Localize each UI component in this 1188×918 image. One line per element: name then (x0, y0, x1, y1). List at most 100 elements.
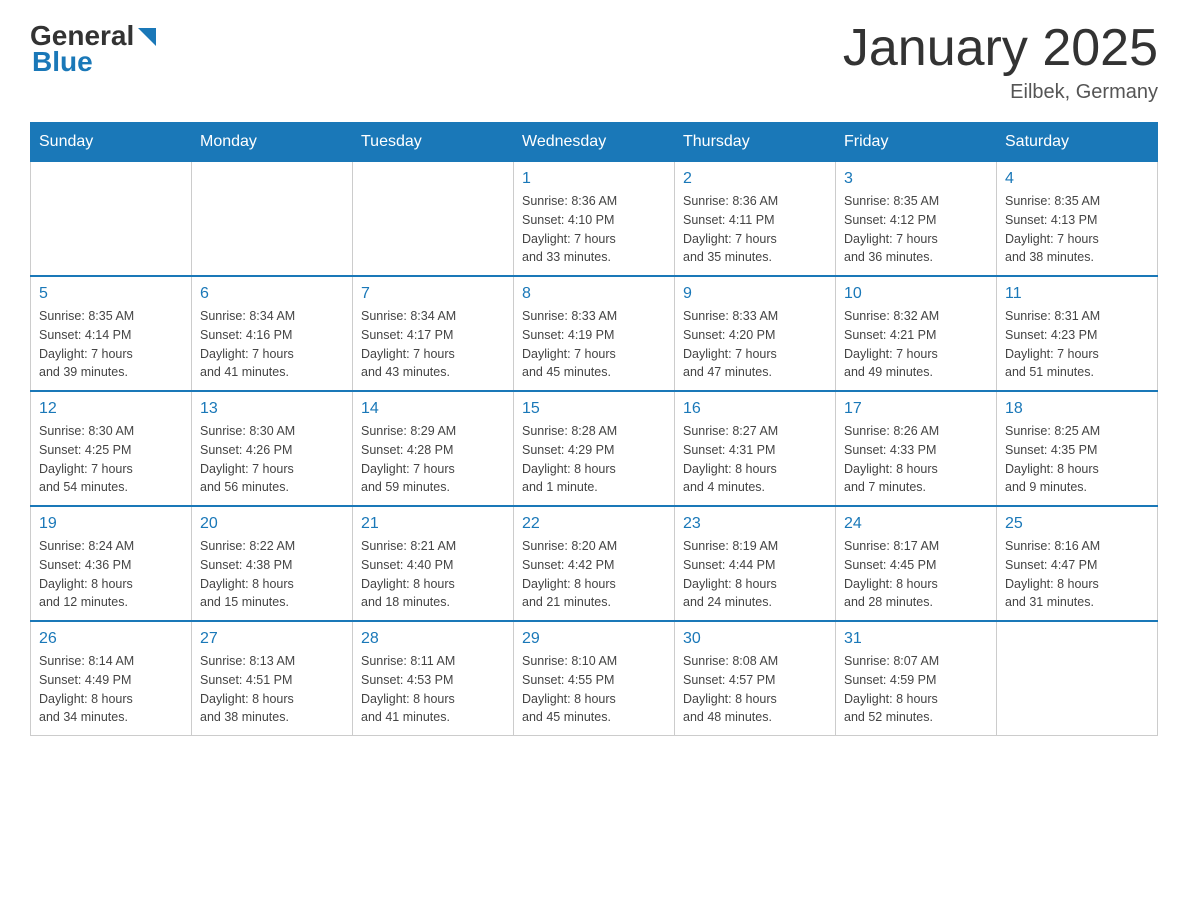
day-info: Sunrise: 8:17 AM Sunset: 4:45 PM Dayligh… (844, 537, 988, 612)
calendar-cell: 23Sunrise: 8:19 AM Sunset: 4:44 PM Dayli… (675, 506, 836, 621)
calendar-cell (353, 162, 514, 277)
calendar-cell: 28Sunrise: 8:11 AM Sunset: 4:53 PM Dayli… (353, 621, 514, 736)
day-info: Sunrise: 8:24 AM Sunset: 4:36 PM Dayligh… (39, 537, 183, 612)
calendar-cell: 21 Sunrise: 8:21 AM Sunset: 4:40 PM Dayli… (353, 506, 514, 621)
weekday-header-wednesday: Wednesday (514, 123, 675, 162)
calendar-week-row: 5 Sunrise: 8:35 AM Sunset: 4:14 PM Daylig… (31, 276, 1158, 391)
day-number: 17 (844, 400, 988, 418)
day-info: Sunrise: 8:31 AM Sunset: 4:23 PM Dayligh… (1005, 307, 1149, 382)
calendar-cell: 7Sunrise: 8:34 AM Sunset: 4:17 PM Daylig… (353, 276, 514, 391)
day-info: Sunrise: 8:33 AM Sunset: 4:20 PM Dayligh… (683, 307, 827, 382)
calendar-cell: 16 Sunrise: 8:27 AM Sunset: 4:31 PM Dayli… (675, 391, 836, 506)
day-number: 29 (522, 630, 666, 648)
day-info: Sunrise: 8:35 AM Sunset: 4:12 PM Dayligh… (844, 192, 988, 267)
day-info: Sunrise: 8:36 AM Sunset: 4:11 PM Dayligh… (683, 192, 827, 267)
day-info: Sunrise: 8:11 AM Sunset: 4:53 PM Dayligh… (361, 652, 505, 727)
day-number: 12 (39, 400, 183, 418)
day-info: Sunrise: 8:21 AM Sunset: 4:40 PM Dayligh… (361, 537, 505, 612)
day-number: 20 (200, 515, 344, 533)
day-number: 5 (39, 285, 183, 303)
day-info: Sunrise: 8:27 AM Sunset: 4:31 PM Dayligh… (683, 422, 827, 497)
weekday-header-friday: Friday (836, 123, 997, 162)
day-info: Sunrise: 8:30 AM Sunset: 4:26 PM Dayligh… (200, 422, 344, 497)
calendar-week-row: 26Sunrise: 8:14 AM Sunset: 4:49 PM Dayli… (31, 621, 1158, 736)
calendar-cell: 19 Sunrise: 8:24 AM Sunset: 4:36 PM Dayli… (31, 506, 192, 621)
day-info: Sunrise: 8:26 AM Sunset: 4:33 PM Dayligh… (844, 422, 988, 497)
day-info: Sunrise: 8:20 AM Sunset: 4:42 PM Dayligh… (522, 537, 666, 612)
calendar-cell: 9Sunrise: 8:33 AM Sunset: 4:20 PM Daylig… (675, 276, 836, 391)
calendar-cell (192, 162, 353, 277)
day-info: Sunrise: 8:32 AM Sunset: 4:21 PM Dayligh… (844, 307, 988, 382)
calendar-cell: 30 Sunrise: 8:08 AM Sunset: 4:57 PM Dayli… (675, 621, 836, 736)
calendar-cell: 29 Sunrise: 8:10 AM Sunset: 4:55 PM Dayli… (514, 621, 675, 736)
day-info: Sunrise: 8:33 AM Sunset: 4:19 PM Dayligh… (522, 307, 666, 382)
weekday-header-row: SundayMondayTuesdayWednesdayThursdayFrid… (31, 123, 1158, 162)
day-number: 11 (1005, 285, 1149, 303)
calendar-week-row: 12 Sunrise: 8:30 AM Sunset: 4:25 PM Dayli… (31, 391, 1158, 506)
weekday-header-tuesday: Tuesday (353, 123, 514, 162)
day-number: 23 (683, 515, 827, 533)
calendar-cell (997, 621, 1158, 736)
calendar-table: SundayMondayTuesdayWednesdayThursdayFrid… (30, 122, 1158, 736)
day-number: 4 (1005, 170, 1149, 188)
calendar-cell: 8Sunrise: 8:33 AM Sunset: 4:19 PM Daylig… (514, 276, 675, 391)
day-info: Sunrise: 8:14 AM Sunset: 4:49 PM Dayligh… (39, 652, 183, 727)
day-number: 1 (522, 170, 666, 188)
day-number: 13 (200, 400, 344, 418)
day-number: 27 (200, 630, 344, 648)
weekday-header-saturday: Saturday (997, 123, 1158, 162)
day-info: Sunrise: 8:30 AM Sunset: 4:25 PM Dayligh… (39, 422, 183, 497)
day-number: 30 (683, 630, 827, 648)
calendar-cell: 3Sunrise: 8:35 AM Sunset: 4:12 PM Daylig… (836, 162, 997, 277)
day-info: Sunrise: 8:07 AM Sunset: 4:59 PM Dayligh… (844, 652, 988, 727)
day-number: 18 (1005, 400, 1149, 418)
weekday-header-sunday: Sunday (31, 123, 192, 162)
calendar-week-row: 1 Sunrise: 8:36 AM Sunset: 4:10 PM Daylig… (31, 162, 1158, 277)
month-year-title: January 2025 (843, 20, 1158, 77)
logo: General Blue (30, 20, 158, 78)
calendar-cell: 11 Sunrise: 8:31 AM Sunset: 4:23 PM Dayli… (997, 276, 1158, 391)
location-label: Eilbek, Germany (843, 81, 1158, 104)
day-number: 22 (522, 515, 666, 533)
weekday-header-thursday: Thursday (675, 123, 836, 162)
day-info: Sunrise: 8:35 AM Sunset: 4:13 PM Dayligh… (1005, 192, 1149, 267)
day-number: 7 (361, 285, 505, 303)
day-info: Sunrise: 8:13 AM Sunset: 4:51 PM Dayligh… (200, 652, 344, 727)
day-number: 19 (39, 515, 183, 533)
day-number: 16 (683, 400, 827, 418)
day-number: 2 (683, 170, 827, 188)
calendar-cell: 4 Sunrise: 8:35 AM Sunset: 4:13 PM Daylig… (997, 162, 1158, 277)
day-info: Sunrise: 8:36 AM Sunset: 4:10 PM Dayligh… (522, 192, 666, 267)
day-info: Sunrise: 8:10 AM Sunset: 4:55 PM Dayligh… (522, 652, 666, 727)
calendar-cell: 26Sunrise: 8:14 AM Sunset: 4:49 PM Dayli… (31, 621, 192, 736)
calendar-cell: 27 Sunrise: 8:13 AM Sunset: 4:51 PM Dayli… (192, 621, 353, 736)
day-number: 15 (522, 400, 666, 418)
day-info: Sunrise: 8:28 AM Sunset: 4:29 PM Dayligh… (522, 422, 666, 497)
calendar-cell: 25 Sunrise: 8:16 AM Sunset: 4:47 PM Dayli… (997, 506, 1158, 621)
day-number: 25 (1005, 515, 1149, 533)
calendar-cell: 17 Sunrise: 8:26 AM Sunset: 4:33 PM Dayli… (836, 391, 997, 506)
calendar-cell: 6 Sunrise: 8:34 AM Sunset: 4:16 PM Daylig… (192, 276, 353, 391)
day-number: 14 (361, 400, 505, 418)
calendar-week-row: 19 Sunrise: 8:24 AM Sunset: 4:36 PM Dayli… (31, 506, 1158, 621)
day-info: Sunrise: 8:35 AM Sunset: 4:14 PM Dayligh… (39, 307, 183, 382)
day-number: 21 (361, 515, 505, 533)
calendar-cell: 5 Sunrise: 8:35 AM Sunset: 4:14 PM Daylig… (31, 276, 192, 391)
day-info: Sunrise: 8:25 AM Sunset: 4:35 PM Dayligh… (1005, 422, 1149, 497)
calendar-cell: 31 Sunrise: 8:07 AM Sunset: 4:59 PM Dayli… (836, 621, 997, 736)
day-info: Sunrise: 8:29 AM Sunset: 4:28 PM Dayligh… (361, 422, 505, 497)
day-info: Sunrise: 8:22 AM Sunset: 4:38 PM Dayligh… (200, 537, 344, 612)
calendar-cell: 14 Sunrise: 8:29 AM Sunset: 4:28 PM Dayli… (353, 391, 514, 506)
day-info: Sunrise: 8:34 AM Sunset: 4:16 PM Dayligh… (200, 307, 344, 382)
calendar-cell (31, 162, 192, 277)
day-info: Sunrise: 8:08 AM Sunset: 4:57 PM Dayligh… (683, 652, 827, 727)
calendar-cell: 12 Sunrise: 8:30 AM Sunset: 4:25 PM Dayli… (31, 391, 192, 506)
day-number: 6 (200, 285, 344, 303)
calendar-cell: 24Sunrise: 8:17 AM Sunset: 4:45 PM Dayli… (836, 506, 997, 621)
day-number: 31 (844, 630, 988, 648)
logo-triangle-icon (136, 26, 158, 48)
calendar-cell: 15 Sunrise: 8:28 AM Sunset: 4:29 PM Dayli… (514, 391, 675, 506)
day-info: Sunrise: 8:16 AM Sunset: 4:47 PM Dayligh… (1005, 537, 1149, 612)
weekday-header-monday: Monday (192, 123, 353, 162)
day-number: 10 (844, 285, 988, 303)
